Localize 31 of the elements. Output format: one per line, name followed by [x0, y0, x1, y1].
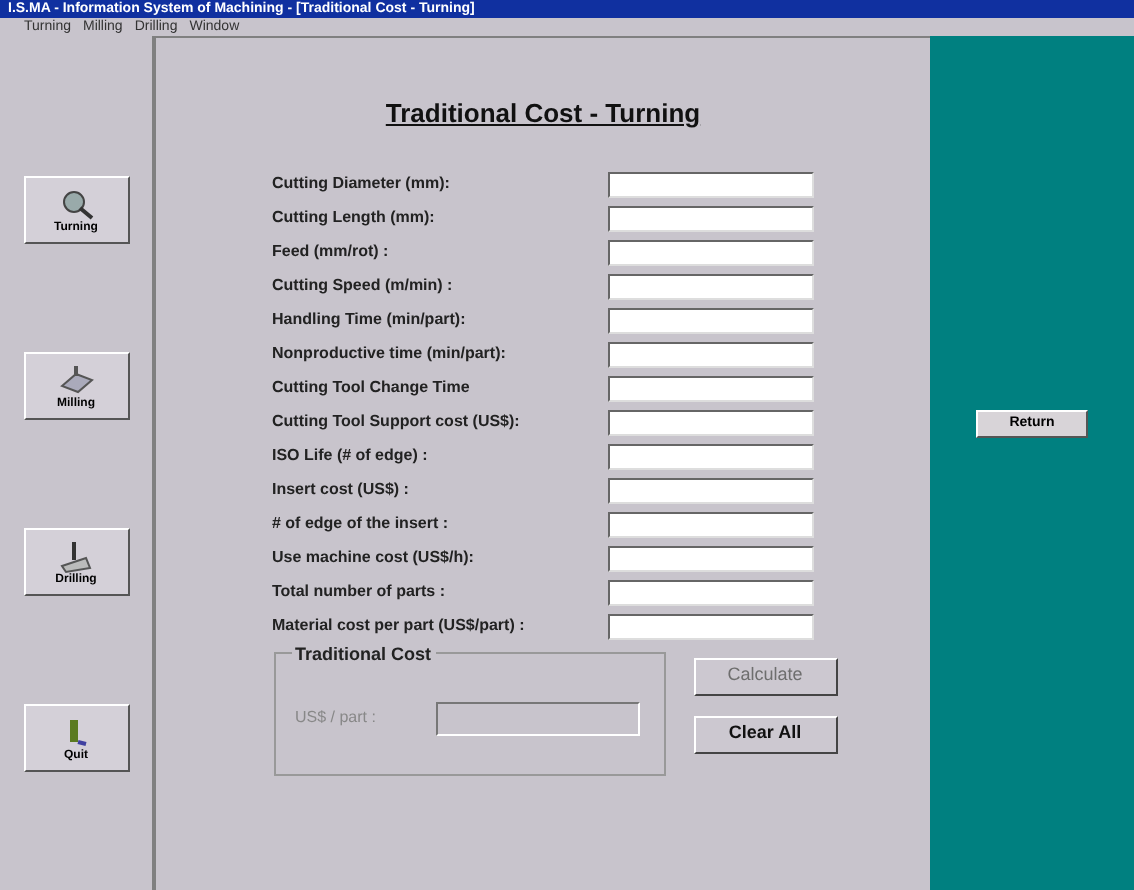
field-label: Material cost per part (US$/part) :	[272, 614, 527, 638]
input-field[interactable]	[608, 171, 814, 197]
input-field[interactable]	[608, 341, 814, 367]
input-field[interactable]	[608, 239, 814, 265]
input-field[interactable]	[608, 205, 814, 231]
field-label: Nonproductive time (min/part):	[272, 342, 508, 366]
input-field[interactable]	[608, 579, 814, 605]
input-field[interactable]	[608, 613, 814, 639]
input-field[interactable]	[608, 511, 814, 537]
field-label: Total number of parts :	[272, 580, 448, 604]
input-field[interactable]	[608, 409, 814, 435]
input-field[interactable]	[608, 307, 814, 333]
input-field[interactable]	[608, 545, 814, 571]
field-label: Use machine cost (US$/h):	[272, 546, 476, 570]
field-label: Cutting Diameter (mm):	[272, 172, 452, 196]
input-field[interactable]	[608, 375, 814, 401]
field-label: Cutting Tool Change Time	[272, 376, 472, 400]
result-label: US$ / part :	[295, 706, 378, 730]
field-label: # of edge of the insert :	[272, 512, 451, 536]
input-field[interactable]	[608, 477, 814, 503]
field-label: Cutting Tool Support cost (US$):	[272, 410, 522, 434]
field-label: Handling Time (min/part):	[272, 308, 468, 332]
action-button[interactable]: Clear All	[693, 715, 837, 753]
field-label: Cutting Length (mm):	[272, 206, 437, 230]
field-label: Feed (mm/rot) :	[272, 240, 391, 264]
input-field[interactable]	[608, 443, 814, 469]
form-heading: Traditional Cost - Turning	[385, 96, 701, 132]
field-label: ISO Life (# of edge) :	[272, 444, 430, 468]
field-label: Cutting Speed (m/min) :	[272, 274, 455, 298]
input-field[interactable]	[608, 273, 814, 299]
field-label: Insert cost (US$) :	[272, 478, 411, 502]
